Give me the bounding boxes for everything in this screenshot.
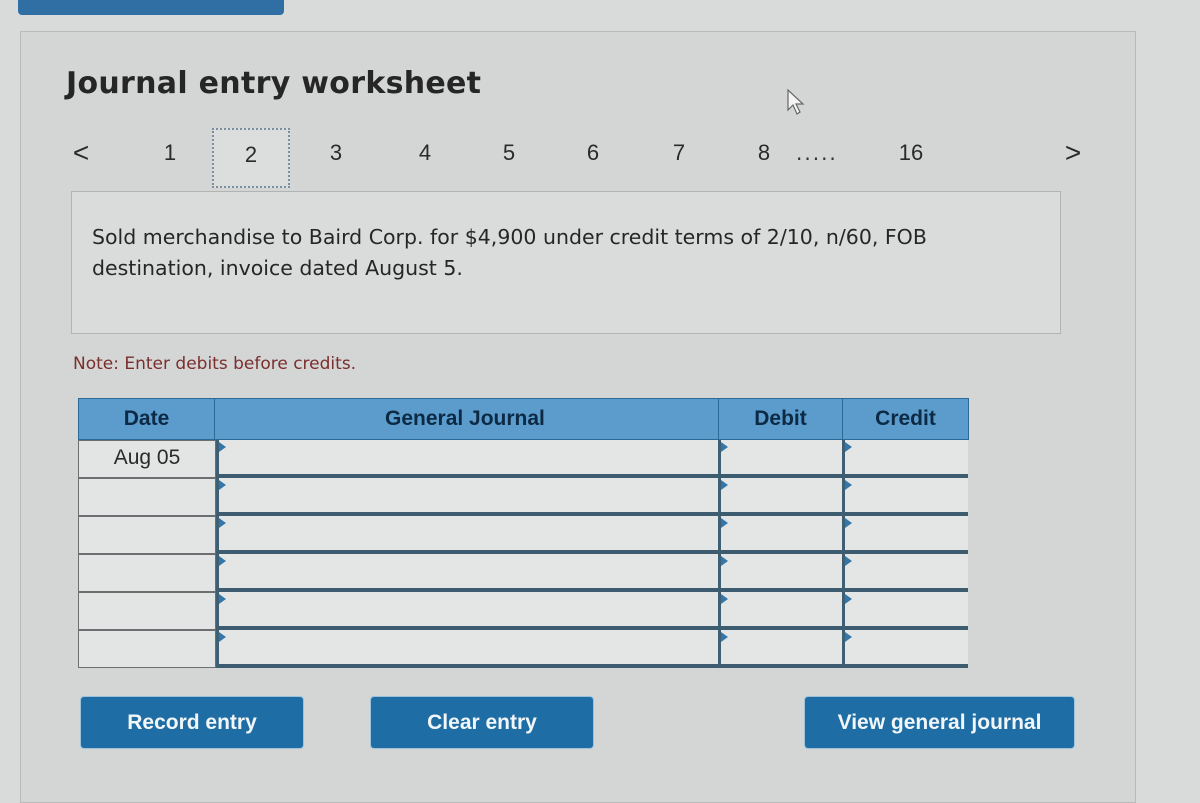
debit-input[interactable]: [718, 440, 842, 478]
clear-entry-button[interactable]: Clear entry: [371, 697, 593, 748]
date-cell: Aug 05: [78, 440, 216, 478]
account-input[interactable]: [216, 478, 718, 516]
top-tab-bar: [18, 0, 284, 15]
page-7[interactable]: 7: [659, 128, 699, 188]
chevron-right-icon[interactable]: >: [1058, 128, 1088, 188]
header-general-journal: General Journal: [214, 398, 719, 440]
page-3[interactable]: 3: [316, 128, 356, 188]
debit-input[interactable]: [718, 554, 842, 592]
date-cell: [78, 554, 216, 592]
date-cell: [78, 630, 216, 668]
credit-input[interactable]: [842, 554, 968, 592]
debit-input[interactable]: [718, 478, 842, 516]
pager-ellipsis: .....: [796, 141, 838, 165]
date-cell: [78, 592, 216, 630]
record-entry-button[interactable]: Record entry: [81, 697, 303, 748]
credit-input[interactable]: [842, 630, 968, 668]
date-cell: [78, 516, 216, 554]
debit-input[interactable]: [718, 592, 842, 630]
debit-input[interactable]: [718, 516, 842, 554]
account-input[interactable]: [216, 592, 718, 630]
page-5[interactable]: 5: [489, 128, 529, 188]
view-general-journal-button[interactable]: View general journal: [805, 697, 1074, 748]
credit-input[interactable]: [842, 592, 968, 630]
account-input[interactable]: [216, 516, 718, 554]
page-4[interactable]: 4: [405, 128, 445, 188]
header-credit: Credit: [842, 398, 969, 440]
date-cell: [78, 478, 216, 516]
account-input[interactable]: [216, 630, 718, 668]
instruction-note: Note: Enter debits before credits.: [73, 354, 357, 374]
page-16[interactable]: 16: [891, 128, 931, 188]
pagination: < 1 2 3 4 5 6 7 8 ..... 16 >: [0, 128, 1200, 188]
chevron-left-icon[interactable]: <: [66, 128, 96, 188]
page-2-active[interactable]: 2: [212, 128, 290, 188]
page-8[interactable]: 8: [744, 128, 784, 188]
credit-input[interactable]: [842, 440, 968, 478]
header-debit: Debit: [718, 398, 843, 440]
account-input[interactable]: [216, 554, 718, 592]
mouse-cursor-icon: [787, 88, 805, 115]
page-6[interactable]: 6: [573, 128, 613, 188]
account-input[interactable]: [216, 440, 718, 478]
page-title: Journal entry worksheet: [66, 66, 482, 101]
header-date: Date: [78, 398, 215, 440]
page-1[interactable]: 1: [150, 128, 190, 188]
credit-input[interactable]: [842, 516, 968, 554]
credit-input[interactable]: [842, 478, 968, 516]
debit-input[interactable]: [718, 630, 842, 668]
transaction-description: Sold merchandise to Baird Corp. for $4,9…: [92, 225, 927, 280]
